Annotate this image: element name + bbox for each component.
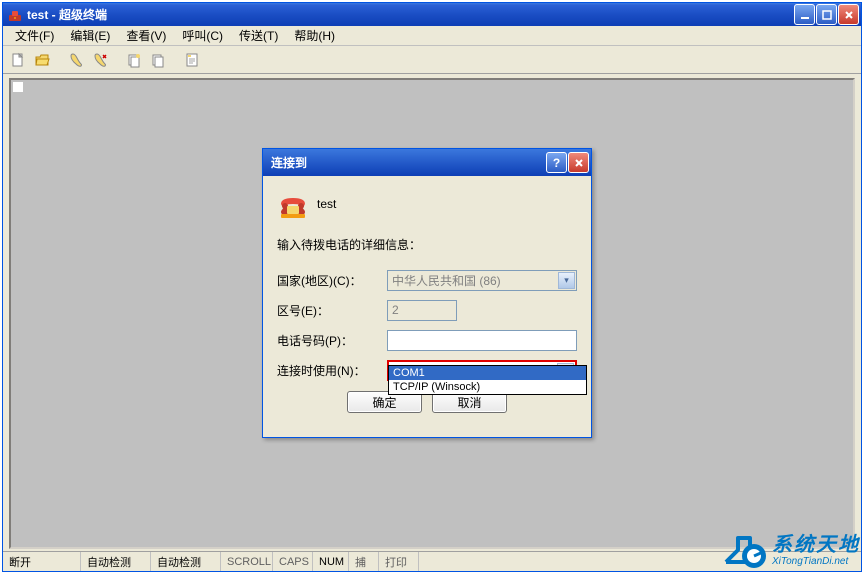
menu-view[interactable]: 查看(V) — [118, 25, 174, 46]
open-button[interactable] — [31, 49, 53, 71]
minimize-button[interactable] — [794, 4, 815, 25]
dialog-title: 连接到 — [265, 154, 545, 171]
connect-label: 连接时使用(N)： — [277, 362, 387, 379]
menubar: 文件(F) 编辑(E) 查看(V) 呼叫(C) 传送(T) 帮助(H) — [3, 26, 861, 46]
watermark-logo-icon — [716, 530, 768, 572]
country-label: 国家(地区)(C)： — [277, 272, 387, 289]
menu-help[interactable]: 帮助(H) — [286, 25, 343, 46]
phone-input[interactable] — [387, 330, 577, 351]
status-auto2: 自动检测 — [151, 552, 221, 571]
new-button[interactable] — [7, 49, 29, 71]
menu-transfer[interactable]: 传送(T) — [231, 25, 286, 46]
status-capture: 捕 — [349, 552, 379, 571]
status-scroll: SCROLL — [221, 552, 273, 571]
area-input — [387, 300, 457, 321]
app-icon — [7, 7, 23, 23]
cursor-area — [13, 82, 23, 92]
dropdown-item-com1[interactable]: COM1 — [389, 366, 586, 380]
menu-file[interactable]: 文件(F) — [7, 25, 62, 46]
country-select: 中华人民共和国 (86) ▾ — [387, 270, 577, 291]
watermark: 系统天地 XiTongTianDi.net — [716, 530, 860, 572]
status-caps: CAPS — [273, 552, 313, 571]
maximize-button[interactable] — [816, 4, 837, 25]
menu-edit[interactable]: 编辑(E) — [62, 25, 118, 46]
dialog-instruction: 输入待拨电话的详细信息： — [277, 236, 577, 253]
close-button[interactable] — [838, 4, 859, 25]
connection-name: test — [317, 197, 336, 211]
chevron-down-icon: ▾ — [558, 272, 575, 289]
dialog-header-row: test — [277, 188, 577, 220]
dropdown-item-tcpip[interactable]: TCP/IP (Winsock) — [389, 380, 586, 394]
titlebar: test - 超级终端 — [3, 3, 861, 26]
area-label: 区号(E)： — [277, 302, 387, 319]
properties-button[interactable] — [181, 49, 203, 71]
status-print: 打印 — [379, 552, 419, 571]
watermark-url: XiTongTianDi.net — [772, 555, 860, 568]
phone-icon — [277, 188, 309, 220]
status-connection: 断开 — [3, 552, 81, 571]
receive-button[interactable] — [147, 49, 169, 71]
disconnect-button[interactable] — [89, 49, 111, 71]
watermark-title: 系统天地 — [772, 535, 860, 555]
menu-call[interactable]: 呼叫(C) — [174, 25, 231, 46]
titlebar-controls — [794, 4, 859, 25]
status-num: NUM — [313, 552, 349, 571]
call-button[interactable] — [65, 49, 87, 71]
window-title: test - 超级终端 — [27, 6, 794, 23]
dialog-titlebar: 连接到 ? — [263, 149, 591, 176]
toolbar — [3, 46, 861, 74]
send-button[interactable] — [123, 49, 145, 71]
dialog-close-button[interactable] — [568, 152, 589, 173]
country-value: 中华人民共和国 (86) — [392, 272, 501, 289]
dialog-help-button[interactable]: ? — [546, 152, 567, 173]
connect-dropdown-list[interactable]: COM1 TCP/IP (Winsock) — [388, 365, 587, 395]
phone-label: 电话号码(P)： — [277, 332, 387, 349]
status-auto1: 自动检测 — [81, 552, 151, 571]
